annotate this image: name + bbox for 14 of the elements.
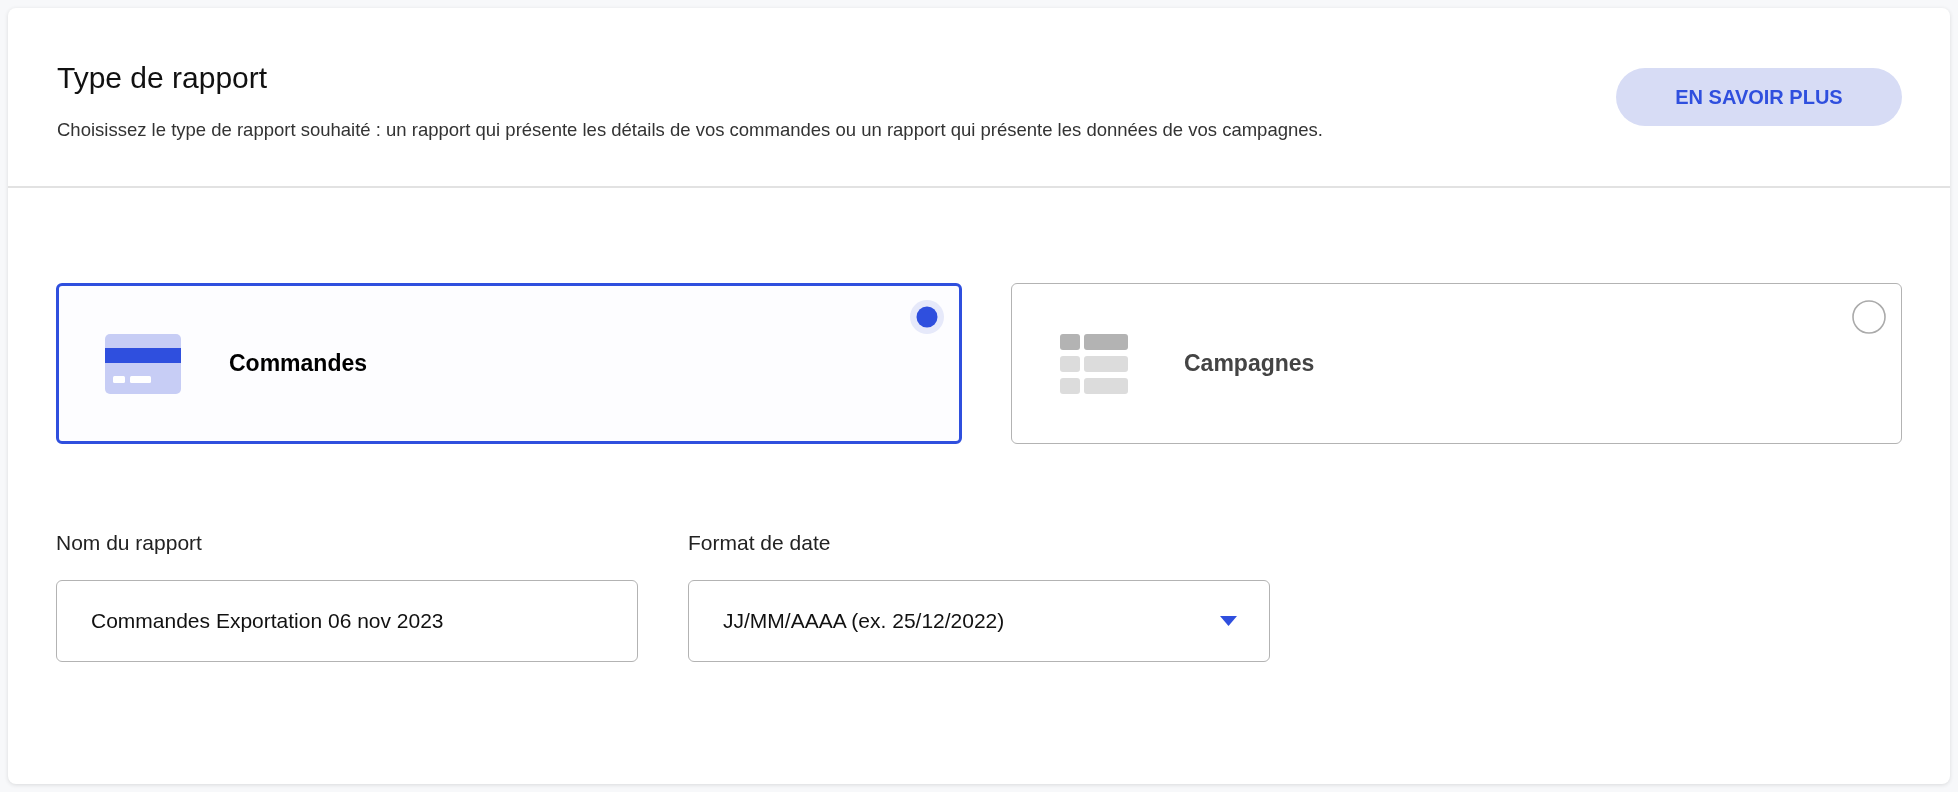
credit-card-icon — [105, 333, 181, 394]
report-type-option[interactable]: Commandes — [56, 283, 962, 444]
dropdown-field[interactable]: JJ/MM/AAAA (ex. 25/12/2022) — [688, 580, 1270, 662]
description-text: Choisissez le type de rapport souhaité : un rapport qui présente les détails de vos commandes ou un rapport qui présente les données de vos campagnes. — [57, 118, 1323, 142]
caret-down-icon — [1220, 616, 1237, 626]
text-input-field[interactable]: Commandes Exportation 06 nov 2023 — [56, 580, 638, 662]
learn-more-button[interactable]: EN SAVOIR PLUS — [1616, 68, 1902, 126]
field-label: Format de date — [688, 530, 832, 556]
report-type-option[interactable]: Campagnes — [1011, 283, 1902, 444]
section-title: Type de rapport — [57, 60, 269, 96]
radio-icon[interactable] — [910, 300, 944, 334]
table-icon — [1060, 333, 1128, 394]
radio-icon[interactable] — [1852, 300, 1886, 334]
field-label: Nom du rapport — [56, 530, 203, 556]
